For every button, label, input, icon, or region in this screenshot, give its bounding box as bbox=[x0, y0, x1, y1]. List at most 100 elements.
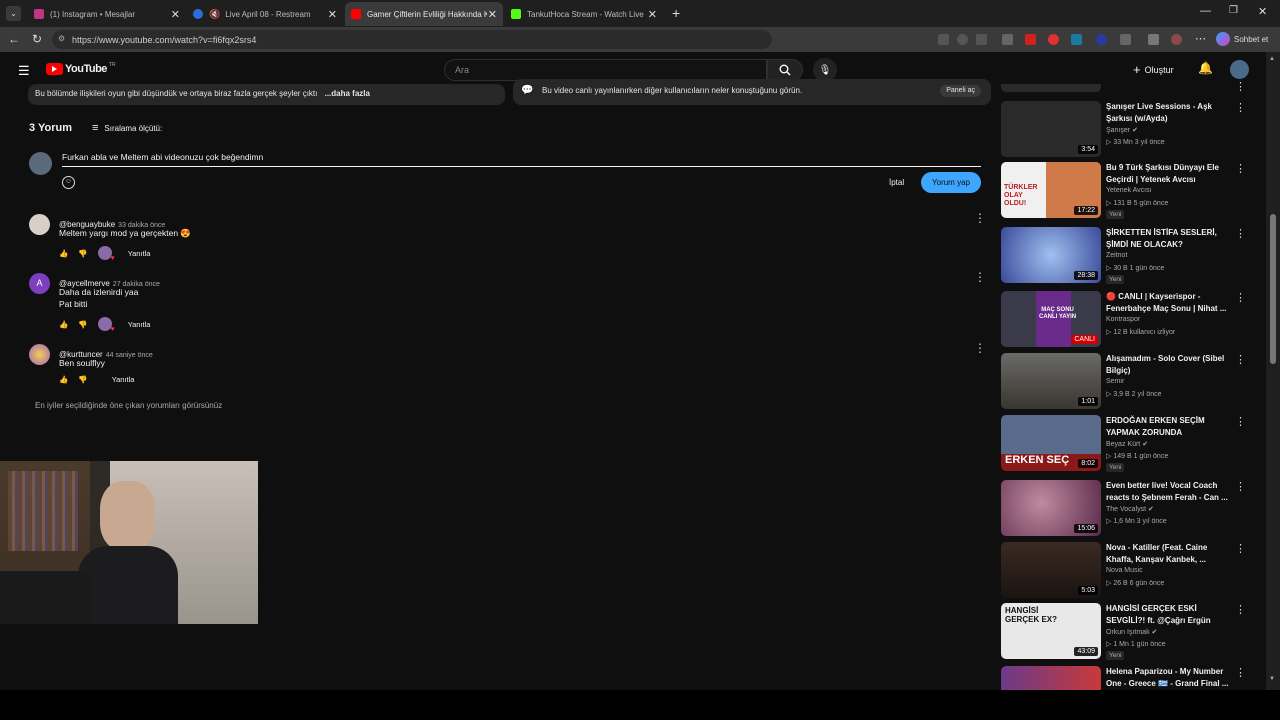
muted-speaker-icon[interactable]: 🔇 bbox=[209, 9, 220, 20]
comment-more-icon[interactable]: ⋮ bbox=[974, 212, 986, 224]
close-icon[interactable]: ✕ bbox=[488, 8, 497, 21]
related-video[interactable]: 3:54 Şanışer Live Sessions - Aşk Şarkısı… bbox=[1001, 101, 1251, 159]
reply-button[interactable]: Yanıtla bbox=[128, 320, 151, 329]
video-thumbnail[interactable]: TÜRKLER OLAY OLDU! 17:22 bbox=[1001, 162, 1101, 218]
search-input[interactable]: Ara bbox=[444, 59, 767, 81]
video-title[interactable]: HANGİSİ GERÇEK ESKİ SEVGİLİ?! ft. @Çağrı… bbox=[1106, 603, 1231, 627]
extension-icon[interactable] bbox=[1071, 34, 1082, 45]
close-icon[interactable]: ✕ bbox=[648, 8, 657, 21]
related-video[interactable]: HANGİSİ GERÇEK EX? 43:09 HANGİSİ GERÇEK E… bbox=[1001, 603, 1251, 661]
open-panel-button[interactable]: Paneli aç bbox=[940, 85, 981, 97]
thumb-up-icon[interactable]: 👍 bbox=[59, 375, 68, 384]
create-button[interactable]: + Oluştur bbox=[1133, 62, 1174, 77]
extension-icon[interactable] bbox=[1048, 34, 1059, 45]
comment-input[interactable]: Furkan abla ve Meltem abi videonuzu çok … bbox=[62, 152, 981, 167]
video-more-icon[interactable]: ⋮ bbox=[1235, 162, 1246, 175]
thumb-up-icon[interactable]: 👍 bbox=[59, 320, 68, 329]
commenter-avatar[interactable] bbox=[29, 214, 50, 235]
related-video[interactable]: Helena Paparizou - My Number One - Greec… bbox=[1001, 666, 1251, 690]
youtube-logo[interactable]: YouTube TR bbox=[46, 62, 116, 75]
sidebar-top-thumb[interactable] bbox=[1001, 84, 1101, 92]
channel-name[interactable]: Kontraspor bbox=[1106, 316, 1140, 323]
comment-time[interactable]: 44 saniye önce bbox=[106, 352, 153, 359]
video-more-icon[interactable]: ⋮ bbox=[1235, 666, 1246, 679]
close-icon[interactable]: ✕ bbox=[328, 8, 337, 21]
tab-instagram[interactable]: (1) Instagram • Mesajlar ✕ bbox=[28, 2, 186, 26]
channel-name[interactable]: Zeitnot bbox=[1106, 252, 1127, 259]
extension-icon[interactable] bbox=[1002, 34, 1013, 45]
video-thumbnail[interactable]: MAÇ SONU CANLI YAYIN CANLI bbox=[1001, 291, 1101, 347]
address-field[interactable]: ⚙ https://www.youtube.com/watch?v=fi6fqx… bbox=[52, 30, 772, 49]
related-video[interactable]: 1:01 Alışamadım - Solo Cover (Sibel Bilg… bbox=[1001, 353, 1251, 411]
search-button[interactable] bbox=[767, 59, 803, 81]
video-title[interactable]: ŞİRKETTEN İSTİFA SESLERİ, ŞİMDİ NE OLACA… bbox=[1106, 227, 1231, 251]
related-video[interactable]: MAÇ SONU CANLI YAYIN CANLI 🔴 CANLI | Kays… bbox=[1001, 291, 1251, 349]
video-title[interactable]: Nova - Katiller (Feat. Caine Khaffa, Kan… bbox=[1106, 542, 1231, 566]
reply-button[interactable]: Yanıtla bbox=[128, 249, 151, 258]
video-thumbnail[interactable]: 1:01 bbox=[1001, 353, 1101, 409]
related-video[interactable]: ERKEN SEÇ 8:02 ERDOĞAN ERKEN SEÇİM YAPMA… bbox=[1001, 415, 1251, 473]
reply-button[interactable]: Yanıtla bbox=[112, 375, 135, 384]
site-info-icon[interactable]: ⚙ bbox=[58, 34, 65, 43]
extension-icon[interactable] bbox=[1025, 34, 1036, 45]
video-thumbnail[interactable]: 28:38 bbox=[1001, 227, 1101, 283]
comment-more-icon[interactable]: ⋮ bbox=[974, 271, 986, 283]
channel-name[interactable]: Beyaz Kürt ✔ bbox=[1106, 440, 1148, 448]
extension-icon[interactable] bbox=[1148, 34, 1159, 45]
zoom-icon[interactable] bbox=[957, 34, 968, 45]
video-title[interactable]: 🔴 CANLI | Kayserispor - Fenerbahçe Maç S… bbox=[1106, 291, 1231, 315]
extension-icon[interactable] bbox=[1096, 34, 1107, 45]
related-video[interactable]: 15:06 Even better live! Vocal Coach reac… bbox=[1001, 480, 1251, 538]
video-title[interactable]: Even better live! Vocal Coach reacts to … bbox=[1106, 480, 1231, 504]
related-video[interactable]: 28:38 ŞİRKETTEN İSTİFA SESLERİ, ŞİMDİ NE… bbox=[1001, 227, 1251, 285]
video-title[interactable]: ERDOĞAN ERKEN SEÇİM YAPMAK ZORUNDA bbox=[1106, 415, 1231, 439]
back-arrow-icon[interactable]: ← bbox=[8, 32, 20, 46]
related-video[interactable]: TÜRKLER OLAY OLDU! 17:22 Bu 9 Türk Şarkısı… bbox=[1001, 162, 1251, 220]
description-box[interactable]: Bu bölümde ilişkileri oyun gibi düşündük… bbox=[28, 84, 505, 105]
commenter-avatar[interactable]: A bbox=[29, 273, 50, 294]
video-more-icon[interactable]: ⋮ bbox=[1235, 480, 1246, 493]
scroll-up-arrow[interactable]: ▲ bbox=[1269, 56, 1275, 62]
video-more-icon[interactable]: ⋮ bbox=[1235, 415, 1246, 428]
video-title[interactable]: Alışamadım - Solo Cover (Sibel Bilgiç) bbox=[1106, 353, 1231, 377]
bookmark-star-icon[interactable] bbox=[976, 34, 987, 45]
channel-name[interactable]: Şanışer ✔ bbox=[1106, 126, 1138, 134]
thumb-down-icon[interactable]: 👎 bbox=[78, 320, 87, 329]
submit-comment-button[interactable]: Yorum yap bbox=[921, 172, 981, 193]
video-thumbnail[interactable] bbox=[1001, 666, 1101, 690]
channel-name[interactable]: Nova Music bbox=[1106, 567, 1143, 574]
extension-icon[interactable] bbox=[938, 34, 949, 45]
extensions-puzzle-icon[interactable] bbox=[1120, 34, 1131, 45]
video-thumbnail[interactable]: HANGİSİ GERÇEK EX? 43:09 bbox=[1001, 603, 1101, 659]
tab-kick[interactable]: TankutHoca Stream - Watch Live ✕ bbox=[505, 2, 663, 26]
video-more-icon[interactable]: ⋮ bbox=[1235, 80, 1246, 93]
tab-restream[interactable]: 🔇 Live April 08 - Restream ✕ bbox=[187, 2, 343, 26]
video-more-icon[interactable]: ⋮ bbox=[1235, 603, 1246, 616]
emoji-icon[interactable]: ☺ bbox=[62, 176, 75, 189]
cancel-button[interactable]: İptal bbox=[889, 178, 904, 187]
hamburger-menu-icon[interactable]: ☰ bbox=[18, 63, 30, 79]
thumb-down-icon[interactable]: 👎 bbox=[78, 375, 87, 384]
video-thumbnail[interactable]: 5:03 bbox=[1001, 542, 1101, 598]
video-title[interactable]: Helena Paparizou - My Number One - Greec… bbox=[1106, 666, 1231, 690]
channel-name[interactable]: Yetenek Avcısı bbox=[1106, 187, 1152, 194]
account-avatar[interactable] bbox=[1230, 60, 1249, 79]
channel-name[interactable]: Orkun Işıtmak ✔ bbox=[1106, 628, 1157, 636]
close-window-button[interactable]: ✕ bbox=[1258, 5, 1267, 18]
scrollbar-thumb[interactable] bbox=[1270, 214, 1276, 364]
maximize-button[interactable]: ❐ bbox=[1229, 5, 1238, 16]
video-title[interactable]: Şanışer Live Sessions - Aşk Şarkısı (w/A… bbox=[1106, 101, 1231, 125]
video-more-icon[interactable]: ⋮ bbox=[1235, 227, 1246, 240]
channel-name[interactable]: Semir bbox=[1106, 378, 1124, 385]
show-more-link[interactable]: ...daha fazla bbox=[325, 89, 370, 98]
close-icon[interactable]: ✕ bbox=[171, 8, 180, 21]
video-title[interactable]: Bu 9 Türk Şarkısı Dünyayı Ele Geçirdi | … bbox=[1106, 162, 1231, 186]
video-more-icon[interactable]: ⋮ bbox=[1235, 542, 1246, 555]
channel-name[interactable]: The Vocalyst ✔ bbox=[1106, 505, 1154, 513]
thumb-up-icon[interactable]: 👍 bbox=[59, 249, 68, 258]
reload-icon[interactable]: ↻ bbox=[32, 32, 42, 46]
minimize-button[interactable]: — bbox=[1200, 5, 1211, 17]
commenter-avatar[interactable] bbox=[29, 344, 50, 365]
bell-icon[interactable]: 🔔 bbox=[1198, 61, 1213, 75]
video-thumbnail[interactable]: 3:54 bbox=[1001, 101, 1101, 157]
